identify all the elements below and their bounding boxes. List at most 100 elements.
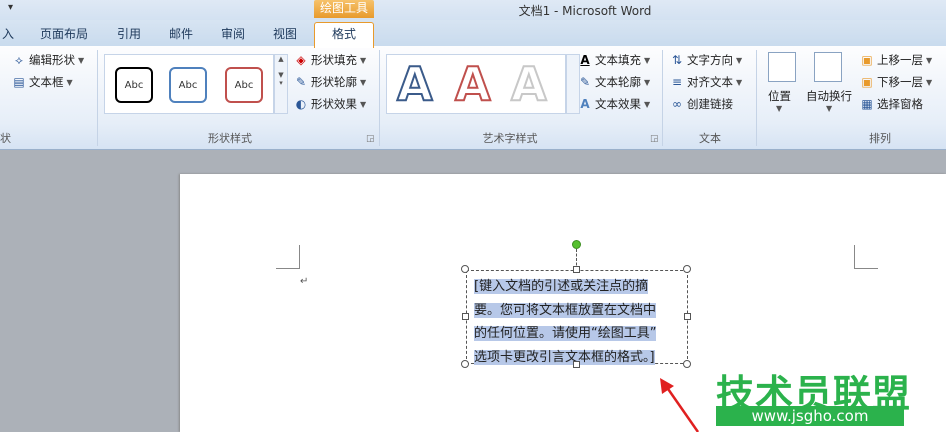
red-arrow-annotation bbox=[660, 378, 700, 432]
text-fill-icon: A bbox=[580, 53, 590, 67]
dialog-launcher-icon[interactable]: ◲ bbox=[650, 134, 659, 144]
tab-references[interactable]: 引用 bbox=[117, 25, 141, 42]
create-link-button[interactable]: ∞ 创建链接 bbox=[670, 96, 733, 112]
shape-outline-button[interactable]: ✎ 形状轮廓 ▼ bbox=[294, 74, 366, 90]
send-backward-icon: ▣ bbox=[861, 75, 873, 89]
text-outline-button[interactable]: ✎ 文本轮廓 ▼ bbox=[578, 74, 650, 90]
resize-handle-left[interactable] bbox=[462, 313, 469, 320]
tab-mailings[interactable]: 邮件 bbox=[169, 25, 193, 42]
tab-format[interactable]: 格式 bbox=[314, 22, 374, 48]
text-box-line: [键入文档的引述或关注点的摘 bbox=[474, 279, 649, 294]
shape-effects-label: 形状效果 bbox=[311, 97, 357, 111]
resize-handle-right[interactable] bbox=[684, 313, 691, 320]
quick-access-dropdown-icon[interactable]: ▾ bbox=[8, 2, 13, 13]
text-box-line: 要。您可将文本框放置在文档中 bbox=[474, 302, 657, 318]
selection-pane-icon: ▦ bbox=[861, 97, 873, 111]
resize-handle-top-left[interactable] bbox=[461, 265, 469, 273]
paint-bucket-icon: ◈ bbox=[296, 53, 306, 67]
create-link-label: 创建链接 bbox=[687, 97, 733, 111]
text-box-content[interactable]: [键入文档的引述或关注点的摘 要。您可将文本框放置在文档中 的任何位置。请使用“… bbox=[474, 275, 680, 369]
rotation-handle[interactable] bbox=[572, 240, 581, 249]
margin-corner-right bbox=[854, 245, 878, 269]
edit-shape-button[interactable]: ⟡ 编辑形状 ▼ bbox=[12, 52, 84, 68]
wordart-style-blue-outline[interactable]: A bbox=[396, 56, 434, 112]
link-icon: ∞ bbox=[672, 97, 682, 111]
shape-gallery-scrollbar[interactable]: ▲ ▼ ▾ bbox=[274, 54, 288, 114]
text-effects-icon: A bbox=[580, 97, 590, 111]
group-separator bbox=[97, 50, 98, 146]
shape-outline-label: 形状轮廓 bbox=[311, 75, 357, 89]
chevron-down-icon: ▼ bbox=[78, 55, 85, 65]
chevron-down-icon: ▼ bbox=[644, 77, 651, 87]
text-direction-button[interactable]: ⇅ 文字方向 ▼ bbox=[670, 52, 742, 68]
edit-shape-label: 编辑形状 bbox=[29, 53, 75, 67]
text-box-button[interactable]: ▤ 文本框 ▼ bbox=[12, 74, 73, 90]
align-text-label: 对齐文本 bbox=[687, 75, 733, 89]
tab-page-layout[interactable]: 页面布局 bbox=[40, 25, 88, 42]
tab-insert[interactable]: 入 bbox=[2, 25, 14, 42]
wordart-style-grey-outline[interactable]: A bbox=[510, 56, 548, 112]
chevron-down-icon: ▼ bbox=[644, 99, 651, 109]
margin-corner-left bbox=[276, 245, 300, 269]
shape-style-red[interactable]: Abc bbox=[225, 67, 263, 103]
watermark-url: www.jsgho.com bbox=[716, 406, 904, 426]
tab-review[interactable]: 审阅 bbox=[221, 25, 245, 42]
text-effects-label: 文本效果 bbox=[595, 97, 641, 111]
edit-shape-icon: ⟡ bbox=[15, 53, 23, 67]
resize-handle-top-right[interactable] bbox=[683, 265, 691, 273]
group-separator bbox=[662, 50, 663, 146]
send-backward-label: 下移一层 bbox=[877, 75, 923, 89]
position-icon[interactable] bbox=[768, 52, 796, 82]
chevron-down-icon: ▼ bbox=[644, 55, 651, 65]
bring-forward-icon: ▣ bbox=[861, 53, 873, 67]
shape-styles-gallery: Abc Abc Abc bbox=[104, 54, 274, 114]
selection-pane-button[interactable]: ▦ 选择窗格 bbox=[860, 96, 923, 112]
window-title: 文档1 - Microsoft Word bbox=[518, 4, 652, 18]
ribbon: ⟡ 编辑形状 ▼ ▤ 文本框 ▼ 状 Abc Abc Abc ▲ ▼ ▾ ◈ 形状填… bbox=[0, 46, 946, 150]
text-outline-icon: ✎ bbox=[579, 75, 591, 89]
group-separator bbox=[756, 50, 757, 146]
shape-fill-label: 形状填充 bbox=[311, 53, 357, 67]
shape-style-black[interactable]: Abc bbox=[115, 67, 153, 103]
chevron-down-icon: ▼ bbox=[736, 55, 743, 65]
resize-handle-bottom[interactable] bbox=[573, 361, 580, 368]
shape-effects-icon: ◐ bbox=[295, 97, 307, 111]
align-text-icon: ≡ bbox=[671, 75, 683, 89]
chevron-down-icon: ▼ bbox=[776, 104, 783, 113]
resize-handle-top[interactable] bbox=[573, 266, 580, 273]
resize-handle-bottom-left[interactable] bbox=[461, 360, 469, 368]
selection-pane-label: 选择窗格 bbox=[877, 97, 923, 111]
chevron-down-icon: ▼ bbox=[926, 55, 933, 65]
position-label[interactable]: 位置 bbox=[768, 88, 791, 104]
dialog-launcher-icon[interactable]: ◲ bbox=[366, 134, 375, 144]
text-box-line: 的任何位置。请使用“绘图工具” bbox=[474, 326, 657, 341]
wrap-text-label[interactable]: 自动换行 bbox=[806, 88, 852, 104]
text-fill-button[interactable]: A 文本填充 ▼ bbox=[578, 52, 650, 68]
text-group-label: 文本 bbox=[699, 132, 721, 145]
text-direction-label: 文字方向 bbox=[687, 53, 733, 67]
group-separator bbox=[379, 50, 380, 146]
text-box-icon: ▤ bbox=[13, 75, 25, 89]
tab-view[interactable]: 视图 bbox=[273, 25, 297, 42]
wordart-styles-group-label: 艺术字样式 bbox=[482, 132, 538, 145]
chevron-down-icon: ▼ bbox=[736, 77, 743, 87]
send-backward-button[interactable]: ▣ 下移一层 ▼ bbox=[860, 74, 932, 90]
bring-forward-button[interactable]: ▣ 上移一层 ▼ bbox=[860, 52, 932, 68]
align-text-button[interactable]: ≡ 对齐文本 ▼ bbox=[670, 74, 742, 90]
wordart-styles-gallery: A A A bbox=[386, 54, 566, 114]
shape-fill-button[interactable]: ◈ 形状填充 ▼ bbox=[294, 52, 366, 68]
shape-style-blue[interactable]: Abc bbox=[169, 67, 207, 103]
text-outline-label: 文本轮廓 bbox=[595, 75, 641, 89]
text-box-label: 文本框 bbox=[29, 75, 64, 89]
shape-effects-button[interactable]: ◐ 形状效果 ▼ bbox=[294, 96, 366, 112]
pencil-icon: ✎ bbox=[295, 75, 307, 89]
shape-styles-group-label: 形状样式 bbox=[208, 132, 252, 145]
resize-handle-bottom-right[interactable] bbox=[683, 360, 691, 368]
wordart-style-red-outline[interactable]: A bbox=[454, 56, 492, 112]
wrap-text-icon[interactable] bbox=[814, 52, 842, 82]
chevron-down-icon: ▼ bbox=[66, 77, 73, 87]
chevron-down-icon: ▼ bbox=[360, 55, 367, 65]
title-bar: ▾ 文档1 - Microsoft Word bbox=[0, 0, 946, 20]
ribbon-tab-row: 入 页面布局 引用 邮件 审阅 视图 bbox=[0, 20, 946, 46]
text-effects-button[interactable]: A 文本效果 ▼ bbox=[578, 96, 650, 112]
